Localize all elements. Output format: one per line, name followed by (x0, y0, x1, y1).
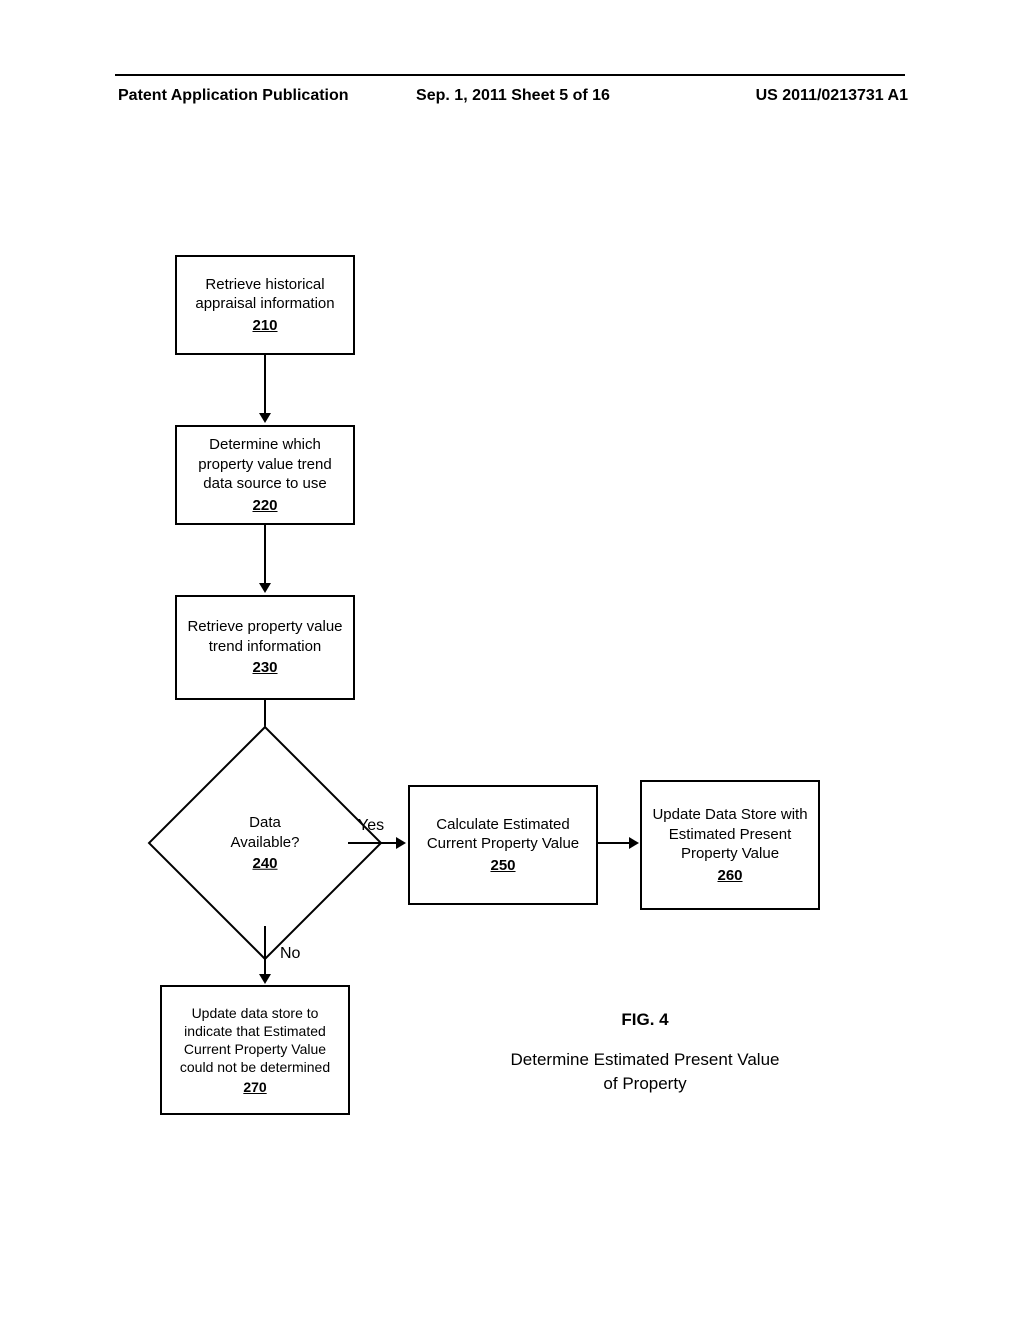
header-publication-number: US 2011/0213731 A1 (756, 87, 908, 105)
decision-text: Data Available? (215, 813, 315, 852)
page-top-rule (115, 74, 905, 76)
figure-label: FIG. 4 Determine Estimated Present Value… (470, 1010, 820, 1096)
figure-caption-line1: Determine Estimated Present Value (470, 1048, 820, 1072)
header-date-sheet: Sep. 1, 2011 Sheet 5 of 16 (416, 87, 610, 105)
arrow-line (264, 926, 266, 976)
step-box-250: Calculate Estimated Current Property Val… (408, 785, 598, 905)
header-publication: Patent Application Publication (118, 87, 349, 105)
arrow-line (598, 842, 631, 844)
ref-number: 270 (243, 1078, 266, 1096)
step-box-220: Determine which property value trend dat… (175, 425, 355, 525)
arrow-head-right-icon (396, 837, 406, 849)
ref-number: 230 (252, 658, 277, 678)
arrow-line (348, 842, 398, 844)
flowchart-diagram: Retrieve historical appraisal informatio… (160, 255, 860, 1125)
step-text: Determine which property value trend dat… (185, 435, 345, 494)
step-box-270: Update data store to indicate that Estim… (160, 985, 350, 1115)
step-text: Retrieve property value trend informatio… (185, 617, 345, 656)
arrow-line (264, 355, 266, 415)
step-text: Retrieve historical appraisal informatio… (185, 275, 345, 314)
page-header: Patent Application Publication Sep. 1, 2… (118, 87, 908, 105)
step-box-260: Update Data Store with Estimated Present… (640, 780, 820, 910)
label-yes: Yes (358, 817, 384, 835)
arrow-head-down-icon (259, 413, 271, 423)
figure-number: FIG. 4 (470, 1010, 820, 1030)
step-box-210: Retrieve historical appraisal informatio… (175, 255, 355, 355)
ref-number: 260 (717, 866, 742, 886)
step-text: Update Data Store with Estimated Present… (650, 805, 810, 864)
decision-content: Data Available? 240 (215, 813, 315, 874)
ref-number: 210 (252, 316, 277, 336)
ref-number: 240 (215, 854, 315, 874)
arrow-head-right-icon (629, 837, 639, 849)
decision-box-240: Data Available? 240 (182, 760, 348, 926)
label-no: No (280, 945, 300, 963)
arrow-line (264, 525, 266, 585)
step-text: Calculate Estimated Current Property Val… (418, 815, 588, 854)
step-text: Update data store to indicate that Estim… (170, 1004, 340, 1077)
step-box-230: Retrieve property value trend informatio… (175, 595, 355, 700)
ref-number: 250 (490, 856, 515, 876)
arrow-head-down-icon (259, 974, 271, 984)
ref-number: 220 (252, 496, 277, 516)
figure-caption-line2: of Property (470, 1072, 820, 1096)
arrow-head-down-icon (259, 583, 271, 593)
